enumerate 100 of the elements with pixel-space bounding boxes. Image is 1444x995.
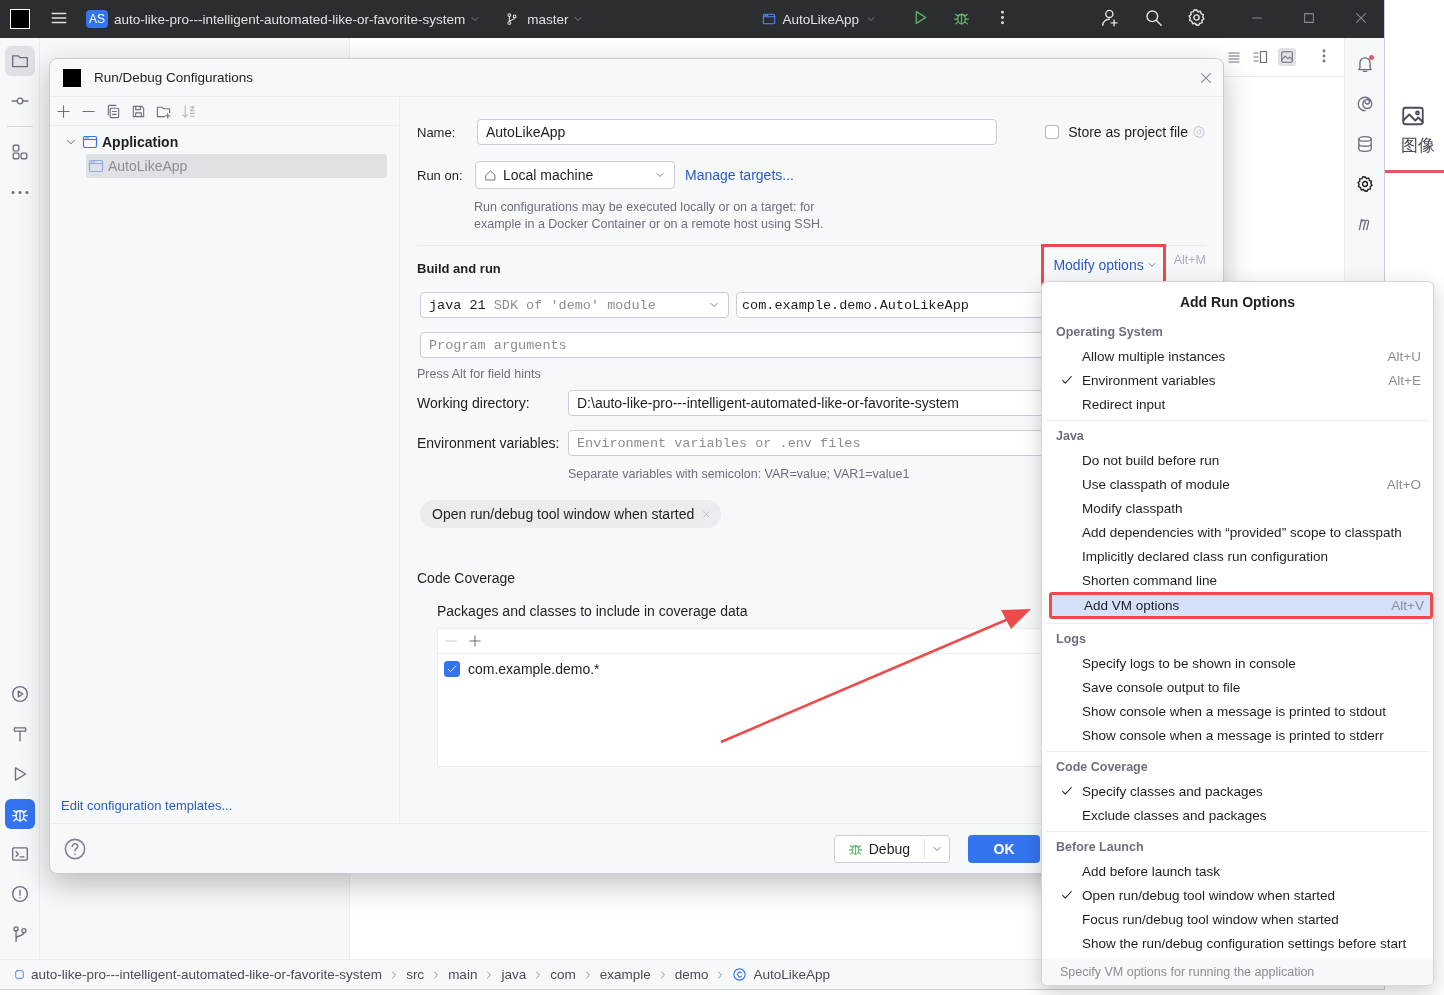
close-icon[interactable] [1199, 70, 1213, 85]
menu-item[interactable]: Save console output to file [1050, 675, 1427, 699]
bell-icon [1355, 55, 1374, 73]
menu-item[interactable]: Add dependencies with “provided” scope to classpath [1050, 520, 1427, 544]
search-icon[interactable] [1144, 8, 1163, 27]
branch-icon [10, 925, 29, 943]
settings-icon[interactable] [1187, 8, 1206, 27]
split-view-icon[interactable] [1252, 49, 1268, 65]
project-badge: AS [86, 10, 108, 28]
checkbox[interactable] [444, 661, 460, 677]
window-icon [762, 12, 777, 26]
menu-item[interactable]: Show the run/debug configuration settings before start [1050, 931, 1427, 955]
menu-item[interactable]: Open run/debug tool window when started [1050, 883, 1427, 907]
menu-item[interactable]: Use classpath of module Alt+O [1050, 472, 1427, 496]
hint-text: Press Alt for field hints [417, 366, 541, 383]
more-icon [10, 189, 29, 195]
name-field[interactable]: AutoLikeApp [477, 119, 997, 145]
dialog-title: Run/Debug Configurations [94, 70, 254, 85]
section-subtitle: Packages and classes to include in coverage data [437, 603, 748, 619]
run-on-dropdown[interactable]: Local machine [475, 161, 675, 189]
copy-icon[interactable] [106, 103, 121, 119]
menu-item[interactable]: Modify classpath [1050, 496, 1427, 520]
close-icon[interactable] [1354, 10, 1368, 25]
shortcut-label: Alt+V [1391, 598, 1424, 613]
image-icon [1280, 50, 1294, 64]
menu-item[interactable]: Shorten command line [1050, 568, 1427, 592]
section-header: Before Launch [1055, 839, 1145, 856]
section-title: Code Coverage [417, 570, 516, 586]
field-label: Environment variables: [417, 435, 561, 451]
option-tag[interactable]: Open run/debug tool window when started [420, 500, 722, 528]
add-user-icon[interactable] [1101, 8, 1120, 27]
hint-text: Run configurations may be executed locally or on a target: for example in a Docker Container or on a remote host using SSH. [474, 199, 825, 233]
breadcrumb[interactable]: auto-like-pro---intelligent-automated-like-or-favorite-system [31, 967, 383, 982]
branch-icon [505, 12, 520, 26]
ok-button[interactable]: OK [968, 834, 1040, 863]
image-icon[interactable] [1401, 104, 1425, 128]
project-tool-button[interactable] [4, 46, 35, 76]
menu-item[interactable]: Specify logs to be shown in console [1050, 651, 1427, 675]
project-selector[interactable]: auto-like-pro---intelligent-automated-like-or-favorite-system [114, 11, 482, 27]
caret-icon [1146, 260, 1157, 270]
tool-window-label[interactable]: 图像 [1401, 134, 1435, 157]
warning-icon [10, 885, 29, 903]
breadcrumb[interactable]: example [599, 967, 651, 982]
shortcut-label: Alt+U [1387, 348, 1421, 364]
menu-item[interactable]: Environment variables Alt+E [1050, 368, 1427, 392]
section-header: Logs [1055, 631, 1087, 648]
folder-icon [10, 52, 29, 70]
shortcut-label: Alt+O [1386, 476, 1421, 492]
menu-item[interactable]: Show console when a message is printed to stderr [1050, 723, 1427, 747]
shortcut-label: Alt+E [1388, 372, 1421, 388]
package-pattern: com.example.demo.* [468, 661, 600, 677]
field-label: Working directory: [417, 395, 531, 411]
check-icon [446, 663, 458, 675]
section-header: Code Coverage [1055, 759, 1149, 776]
checkbox[interactable] [1045, 125, 1060, 139]
hint-text: Separate variables with semicolon: VAR=value; VAR1=value1 [568, 466, 910, 483]
section-header: Java [1055, 428, 1085, 445]
menu-item[interactable]: Show console when a message is printed to stdout [1050, 699, 1427, 723]
app-logo-icon [62, 67, 82, 88]
menu-item[interactable]: Exclude classes and packages [1050, 803, 1427, 827]
branch-selector[interactable]: master [505, 11, 585, 27]
help-icon[interactable] [64, 837, 86, 860]
add-icon[interactable] [56, 103, 71, 119]
app-logo-icon[interactable] [10, 9, 30, 29]
gear-icon [1355, 175, 1374, 193]
breadcrumb[interactable]: main [448, 967, 478, 982]
swirl-icon [1355, 95, 1374, 113]
menu-item[interactable]: Focus run/debug tool window when started [1050, 907, 1427, 931]
breadcrumb[interactable]: src [406, 967, 425, 982]
section-title: Build and run [417, 260, 501, 276]
templates-link[interactable]: Edit configuration templates... [50, 798, 399, 823]
field-label: Name: [417, 124, 457, 140]
menu-item[interactable]: Specify classes and packages [1050, 779, 1427, 803]
breadcrumb[interactable]: demo [674, 967, 709, 982]
structure-icon [10, 143, 29, 161]
menu-item[interactable]: Add VM options Alt+V [1049, 592, 1433, 619]
class-icon [732, 967, 748, 982]
breadcrumb[interactable]: com [550, 967, 576, 982]
menu-item[interactable]: Add before launch task [1050, 859, 1427, 883]
breadcrumb[interactable]: AutoLikeApp [753, 967, 831, 982]
jdk-dropdown[interactable]: java 21 SDK of 'demo' module [420, 292, 729, 318]
save-icon[interactable] [131, 103, 146, 119]
maximize-icon[interactable] [1302, 10, 1316, 25]
manage-targets-link[interactable]: Manage targets... [685, 167, 794, 183]
field-label: Run on: [417, 167, 464, 183]
preview-button[interactable] [1278, 48, 1296, 66]
breadcrumb[interactable]: java [501, 967, 527, 982]
debug-button[interactable]: Debug [833, 834, 950, 863]
home-icon [484, 168, 497, 182]
check-icon [1060, 784, 1074, 798]
check-icon [1060, 888, 1074, 902]
play-circle-icon [10, 685, 29, 703]
checkbox-label: Store as project file [1068, 124, 1188, 140]
menu-item[interactable]: Implicitly declared class run configuration [1050, 544, 1427, 568]
tree-item[interactable]: Application [62, 130, 387, 154]
module-icon [14, 969, 25, 980]
run-config-selector[interactable]: AutoLikeApp [762, 11, 877, 27]
debug-tool-button[interactable] [4, 799, 35, 829]
shortcut-label: Alt+M [1173, 252, 1206, 269]
window-icon [88, 158, 104, 174]
